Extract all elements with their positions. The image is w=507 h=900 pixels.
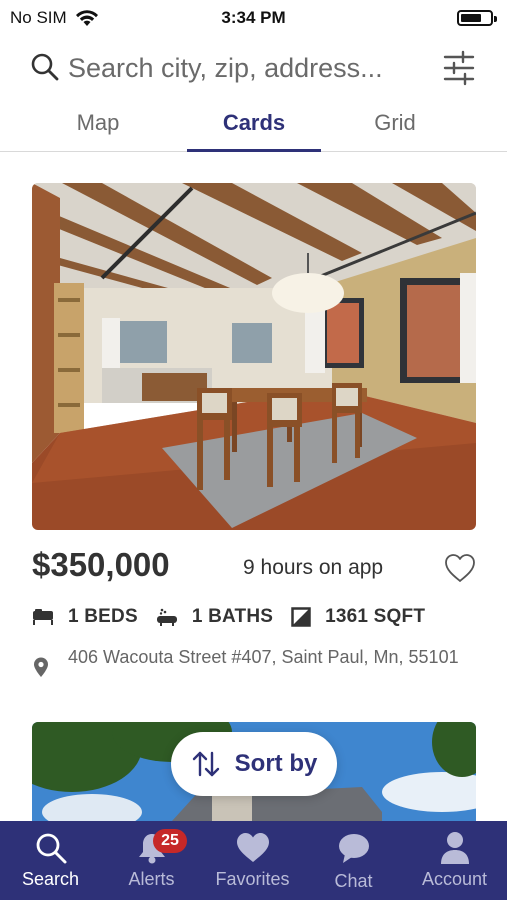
sort-arrows-icon bbox=[192, 751, 219, 777]
listing-address: 406 Wacouta Street #407, Saint Paul, Mn,… bbox=[68, 647, 459, 667]
listing-price: $350,000 bbox=[32, 546, 170, 583]
nav-favorites[interactable]: Favorites bbox=[202, 821, 303, 900]
baths-count: 1 BATHS bbox=[191, 606, 274, 627]
location-pin-icon bbox=[34, 657, 48, 677]
favorite-heart-icon[interactable] bbox=[443, 552, 477, 584]
sort-by-button[interactable]: Sort by bbox=[171, 732, 337, 796]
active-tab-indicator bbox=[187, 149, 321, 152]
status-bar: No SIM 3:34 PM bbox=[0, 0, 507, 34]
nav-alerts[interactable]: 25 Alerts bbox=[101, 821, 202, 900]
listing-photo[interactable] bbox=[32, 183, 476, 530]
tab-grid[interactable]: Grid bbox=[325, 110, 465, 152]
beds-count: 1 BEDS bbox=[68, 606, 138, 627]
sqft-value: 1361 SQFT bbox=[325, 606, 426, 627]
bathtub-icon bbox=[156, 608, 177, 626]
heart-icon bbox=[236, 833, 269, 862]
time-on-app: 9 hours on app bbox=[243, 556, 384, 579]
listing-photo-image bbox=[32, 183, 476, 530]
nav-favorites-label: Favorites bbox=[215, 869, 290, 889]
search-input[interactable] bbox=[68, 48, 428, 88]
baths-spec: 1 BATHS bbox=[156, 606, 273, 628]
chat-bubble-icon bbox=[338, 834, 369, 863]
nav-chat[interactable]: Chat bbox=[303, 821, 404, 900]
search-icon bbox=[31, 53, 59, 81]
search-icon bbox=[36, 833, 66, 864]
sort-by-label: Sort by bbox=[234, 750, 318, 777]
nav-search-label: Search bbox=[21, 869, 80, 889]
sqft-spec: 1361 SQFT bbox=[291, 606, 425, 628]
nav-account[interactable]: Account bbox=[404, 821, 505, 900]
battery-icon bbox=[457, 10, 497, 26]
alerts-badge: 25 bbox=[153, 829, 187, 853]
nav-search[interactable]: Search bbox=[0, 821, 101, 900]
filter-sliders-icon[interactable] bbox=[443, 50, 475, 86]
tab-map[interactable]: Map bbox=[28, 110, 168, 152]
nav-chat-label: Chat bbox=[334, 871, 373, 891]
view-tabs: Map Cards Grid bbox=[0, 100, 507, 152]
bottom-nav-bar: Search 25 Alerts Favorites Chat Account bbox=[0, 821, 507, 900]
area-icon bbox=[291, 607, 311, 627]
search-bar bbox=[0, 44, 507, 94]
bed-icon bbox=[33, 609, 53, 625]
status-time: 3:34 PM bbox=[221, 8, 286, 27]
beds-spec: 1 BEDS bbox=[32, 606, 138, 628]
listing-specs: 1 BEDS 1 BATHS 1361 SQFT bbox=[32, 602, 443, 632]
person-icon bbox=[440, 832, 469, 864]
nav-alerts-label: Alerts bbox=[128, 869, 175, 889]
tab-cards[interactable]: Cards bbox=[184, 110, 324, 152]
nav-account-label: Account bbox=[421, 869, 488, 889]
